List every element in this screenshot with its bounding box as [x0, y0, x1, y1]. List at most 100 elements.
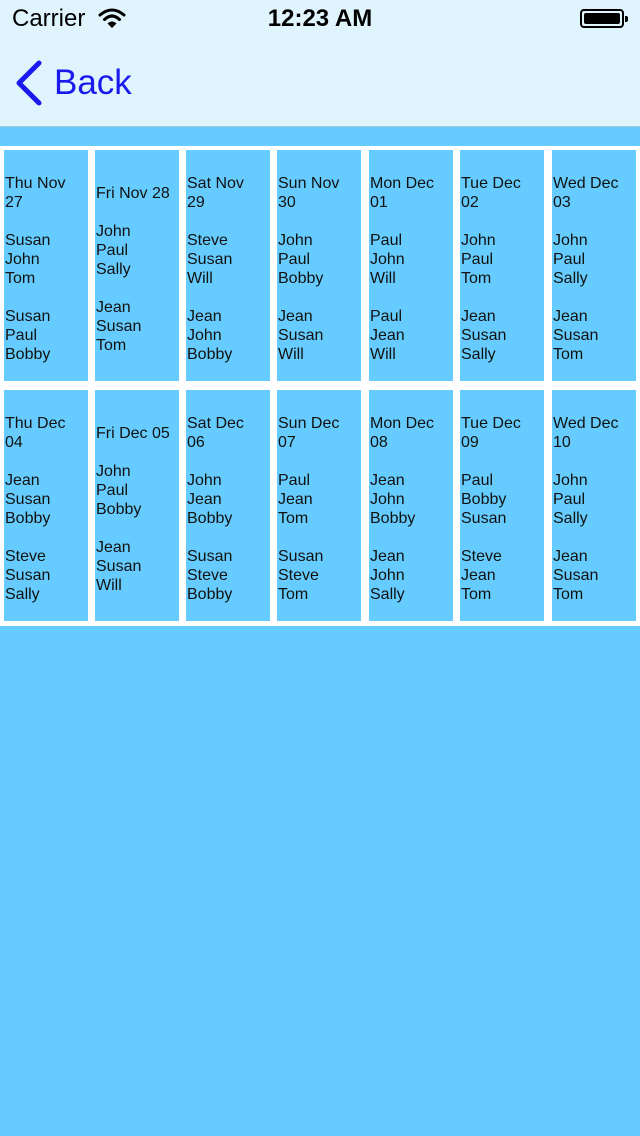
name-group: John Jean Bobby: [187, 471, 270, 528]
person-name: John: [96, 223, 131, 240]
name-group: Jean Susan Will: [96, 538, 179, 595]
person-name: Jean: [187, 491, 222, 508]
schedule-grid: Thu Nov 27 Susan John Tom Susan Paul Bobby Fri N…: [0, 146, 640, 626]
date-line: Fri Dec 05: [96, 425, 170, 442]
name-group: Jean John Bobby: [370, 471, 453, 528]
day-cell[interactable]: Fri Nov 28 John Paul Sally Jean Susan Tom: [95, 150, 179, 381]
date-line: 02: [461, 194, 479, 211]
back-label: Back: [54, 63, 132, 102]
date-line: Sat Nov: [187, 175, 244, 192]
day-cell[interactable]: Mon Dec 08 Jean John Bobby Jean John Sally: [369, 390, 453, 621]
person-name: Will: [370, 270, 396, 287]
name-group: Susan Steve Bobby: [187, 547, 270, 604]
person-name: Susan: [553, 567, 599, 584]
day-cell[interactable]: Tue Dec 02 John Paul Tom Jean Susan Sally: [460, 150, 544, 381]
person-name: Paul: [96, 482, 129, 499]
person-name: Paul: [370, 308, 403, 325]
person-name: Jean: [370, 327, 405, 344]
day-date: Sat Dec 06: [187, 390, 270, 452]
person-name: Tom: [461, 586, 492, 603]
person-name: John: [5, 251, 40, 268]
date-line: 03: [553, 194, 571, 211]
day-cell[interactable]: Thu Nov 27 Susan John Tom Susan Paul Bobby: [4, 150, 88, 381]
date-line: Sat Dec: [187, 415, 244, 432]
battery-icon: [580, 9, 628, 28]
day-cell[interactable]: Sun Nov 30 John Paul Bobby Jean Susan Will: [277, 150, 361, 381]
person-name: Jean: [553, 548, 588, 565]
status-time: 12:23 AM: [267, 5, 373, 32]
person-name: Paul: [461, 251, 494, 268]
person-name: Bobby: [187, 346, 233, 363]
name-group: Jean Susan Tom: [553, 307, 636, 364]
person-name: Susan: [187, 251, 233, 268]
person-name: Paul: [5, 327, 38, 344]
person-name: John: [187, 327, 222, 344]
date-line: 09: [461, 434, 479, 451]
date-line: Thu Dec: [5, 415, 66, 432]
date-line: Fri Nov 28: [96, 185, 170, 202]
person-name: Bobby: [187, 510, 233, 527]
name-group: Paul Bobby Susan: [461, 471, 544, 528]
person-name: Paul: [553, 491, 586, 508]
name-group: Steve Susan Will: [187, 231, 270, 288]
person-name: Bobby: [278, 270, 324, 287]
name-group: Jean John Sally: [370, 547, 453, 604]
day-cell[interactable]: Sat Dec 06 John Jean Bobby Susan Steve Bobby: [186, 390, 270, 621]
person-name: Sally: [370, 586, 405, 603]
person-name: Bobby: [5, 346, 51, 363]
day-cell[interactable]: Wed Dec 03 John Paul Sally Jean Susan Tom: [552, 150, 636, 381]
person-name: Susan: [278, 548, 324, 565]
person-name: Tom: [278, 510, 309, 527]
person-name: Susan: [187, 548, 233, 565]
name-group: Jean Susan Tom: [553, 547, 636, 604]
name-group: Jean Susan Bobby: [5, 471, 88, 528]
date-line: 29: [187, 194, 205, 211]
day-cell[interactable]: Sun Dec 07 Paul Jean Tom Susan Steve Tom: [277, 390, 361, 621]
person-name: John: [96, 463, 131, 480]
person-name: Susan: [5, 308, 51, 325]
date-line: 27: [5, 194, 23, 211]
name-group: Susan John Tom: [5, 231, 88, 288]
person-name: Steve: [187, 232, 228, 249]
day-cell[interactable]: Thu Dec 04 Jean Susan Bobby Steve Susan Sally: [4, 390, 88, 621]
person-name: Will: [187, 270, 213, 287]
day-cell[interactable]: Sat Nov 29 Steve Susan Will Jean John Bobby: [186, 150, 270, 381]
navigation-bar: Carrier 12:23 AM Back: [0, 0, 640, 127]
date-line: 30: [278, 194, 296, 211]
person-name: Sally: [5, 586, 40, 603]
person-name: Paul: [461, 472, 494, 489]
person-name: Jean: [187, 308, 222, 325]
person-name: John: [370, 491, 405, 508]
person-name: Tom: [461, 270, 492, 287]
person-name: Paul: [96, 242, 129, 259]
date-line: Mon Dec: [370, 175, 435, 192]
back-button[interactable]: Back: [14, 58, 132, 108]
person-name: Tom: [553, 586, 584, 603]
name-group: Steve Susan Sally: [5, 547, 88, 604]
day-cell[interactable]: Wed Dec 10 John Paul Sally Jean Susan Tom: [552, 390, 636, 621]
date-line: 04: [5, 434, 23, 451]
date-line: 08: [370, 434, 388, 451]
person-name: John: [553, 472, 588, 489]
person-name: John: [461, 232, 496, 249]
person-name: Bobby: [5, 510, 51, 527]
date-line: Wed Dec: [553, 175, 619, 192]
day-date: Wed Dec 10: [553, 390, 636, 452]
name-group: John Paul Sally: [553, 231, 636, 288]
day-cell[interactable]: Tue Dec 09 Paul Bobby Susan Steve Jean Tom: [460, 390, 544, 621]
person-name: Jean: [278, 491, 313, 508]
person-name: Sally: [553, 510, 588, 527]
day-cell[interactable]: Fri Dec 05 John Paul Bobby Jean Susan Will: [95, 390, 179, 621]
person-name: Jean: [370, 548, 405, 565]
person-name: Susan: [5, 491, 51, 508]
person-name: John: [278, 232, 313, 249]
person-name: Susan: [5, 232, 51, 249]
name-group: Jean Susan Will: [278, 307, 361, 364]
name-group: Steve Jean Tom: [461, 547, 544, 604]
person-name: Paul: [370, 232, 403, 249]
person-name: Jean: [96, 299, 131, 316]
person-name: Susan: [461, 510, 507, 527]
day-cell[interactable]: Mon Dec 01 Paul John Will Paul Jean Will: [369, 150, 453, 381]
name-group: John Paul Bobby: [96, 462, 179, 519]
date-line: Sun Nov: [278, 175, 340, 192]
